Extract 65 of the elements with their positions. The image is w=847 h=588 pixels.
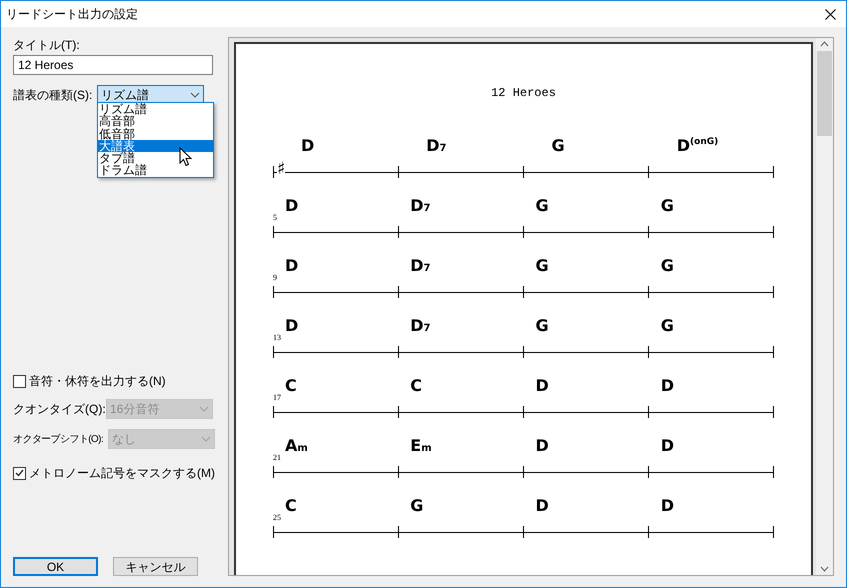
checkbox[interactable] — [13, 466, 26, 480]
dropdown-value: なし — [112, 431, 136, 448]
chord-symbol: Am — [285, 438, 308, 454]
chord-symbol: D — [536, 498, 549, 514]
chord-symbol: D — [301, 138, 314, 154]
chord-symbol: D — [285, 318, 298, 334]
chord-symbol: G — [410, 498, 424, 514]
close-icon[interactable] — [825, 8, 836, 20]
chord-symbol: G — [536, 198, 549, 214]
chevron-down-icon[interactable] — [820, 566, 829, 572]
chord-symbol: C — [285, 378, 297, 394]
dialog-button[interactable]: キャンセル — [113, 557, 198, 576]
dropdown-value: リズム譜 — [101, 87, 149, 103]
chord-symbol: D — [536, 378, 549, 394]
chord-symbol: G — [660, 258, 674, 274]
chord-symbol: D — [660, 498, 674, 514]
check-icon — [15, 469, 24, 477]
dialog-button[interactable]: OK — [13, 557, 98, 576]
field-label: クオンタイズ(Q): — [13, 401, 106, 418]
dropdown-option[interactable]: タブ譜 — [98, 152, 213, 164]
mouse-cursor-icon — [179, 147, 192, 167]
title-field[interactable]: 12 Heroes — [13, 55, 213, 75]
dropdown-option[interactable]: 高音部 — [98, 115, 213, 128]
chevron-up-icon[interactable] — [820, 41, 829, 47]
dropdown-option[interactable]: 大譜表 — [98, 140, 213, 152]
chevron-icon — [190, 92, 200, 98]
chord-symbol: D7 — [410, 258, 430, 274]
chevron-icon — [201, 436, 211, 442]
chord-symbol: G — [552, 138, 565, 154]
chord-symbol: D — [660, 438, 674, 454]
checkbox-label: 音符・休符を出力する(N) — [29, 373, 166, 390]
chord-symbol: D7 — [410, 318, 430, 334]
measure-number: 21 — [273, 452, 281, 464]
chord-symbol: D7 — [426, 138, 446, 154]
chord-symbol: G — [536, 258, 549, 274]
dropdown-value: 16分音符 — [110, 401, 160, 418]
dropdown-option[interactable]: ドラム譜 — [98, 164, 213, 177]
chevron-icon — [199, 406, 209, 412]
field-label: タイトル(T): — [13, 37, 81, 54]
chord-symbol: D — [660, 378, 674, 394]
checkbox-label: メトロノーム記号をマスクする(M) — [29, 465, 215, 482]
measure-number: 9 — [273, 272, 277, 284]
scrollbar-thumb[interactable] — [817, 51, 832, 136]
chord-symbol: D — [285, 258, 298, 274]
chord-symbol: D — [285, 198, 298, 214]
chord-symbol: D — [536, 438, 549, 454]
field-label: 譜表の種類(S): — [13, 87, 93, 104]
window-title: リードシート出力の設定 — [6, 6, 138, 23]
measure-number: 25 — [273, 512, 281, 524]
measure-number: 13 — [273, 332, 281, 344]
checkbox[interactable] — [13, 374, 26, 388]
chord-symbol: G — [660, 318, 674, 334]
chord-symbol: D7 — [410, 198, 430, 214]
chord-symbol: C — [410, 378, 422, 394]
scrollbar[interactable] — [816, 38, 833, 575]
sheet-title: 12 Heroes — [491, 85, 556, 102]
chord-symbol: G — [536, 318, 549, 334]
dropdown-option[interactable]: リズム譜 — [98, 103, 213, 116]
chord-symbol: C — [285, 498, 297, 514]
chord-symbol: Em — [410, 438, 432, 454]
chord-symbol: G — [660, 198, 674, 214]
measure-number: 5 — [273, 212, 277, 224]
dropdown-option[interactable]: 低音部 — [98, 128, 213, 140]
field-label: オクターブシフト(O): — [13, 432, 104, 446]
measure-number: 17 — [273, 392, 281, 404]
